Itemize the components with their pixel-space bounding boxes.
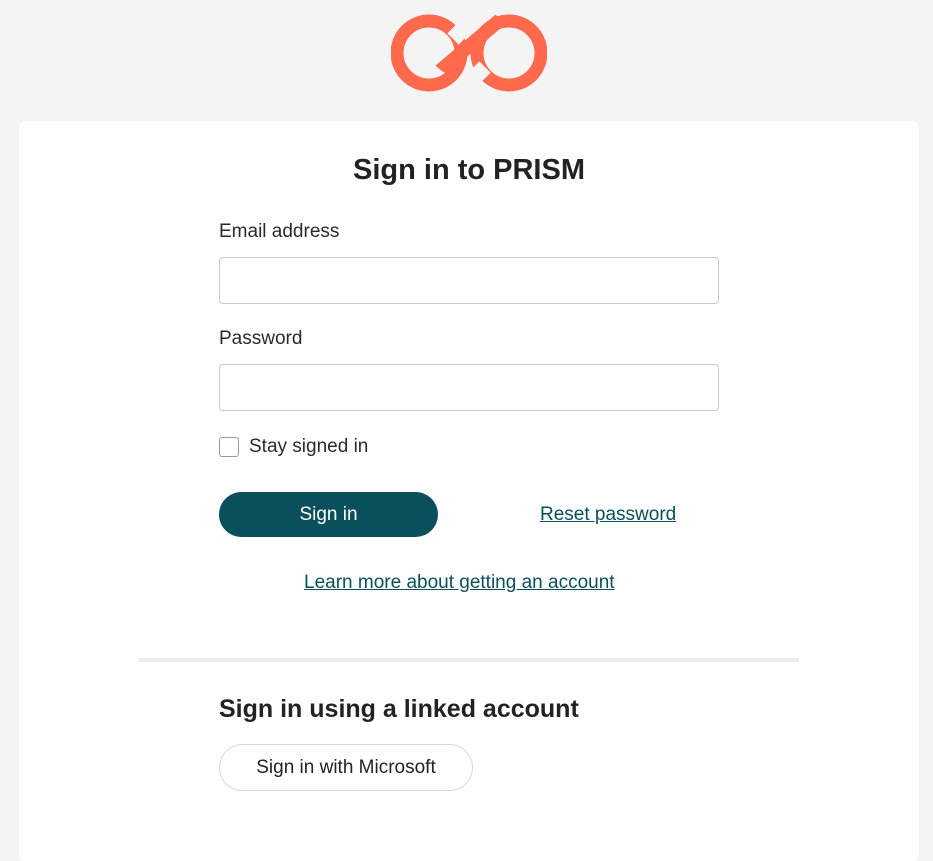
- password-field[interactable]: [219, 364, 719, 411]
- learn-more-link[interactable]: Learn more about getting an account: [304, 572, 615, 594]
- section-divider: [139, 658, 799, 662]
- sign-in-microsoft-button[interactable]: Sign in with Microsoft: [219, 744, 473, 791]
- prism-logo-icon: [390, 7, 548, 99]
- signin-card: Sign in to PRISM Email address Password …: [19, 121, 919, 861]
- linked-account-heading: Sign in using a linked account: [219, 695, 579, 723]
- stay-signed-in-label[interactable]: Stay signed in: [249, 436, 368, 458]
- password-label: Password: [219, 328, 303, 349]
- reset-password-link[interactable]: Reset password: [540, 504, 676, 526]
- sign-in-button[interactable]: Sign in: [219, 492, 438, 537]
- email-field[interactable]: [219, 257, 719, 304]
- stay-signed-in-checkbox[interactable]: [219, 437, 239, 457]
- email-label: Email address: [219, 221, 340, 242]
- page-title: Sign in to PRISM: [353, 154, 585, 186]
- stay-signed-in-row[interactable]: Stay signed in: [219, 435, 368, 459]
